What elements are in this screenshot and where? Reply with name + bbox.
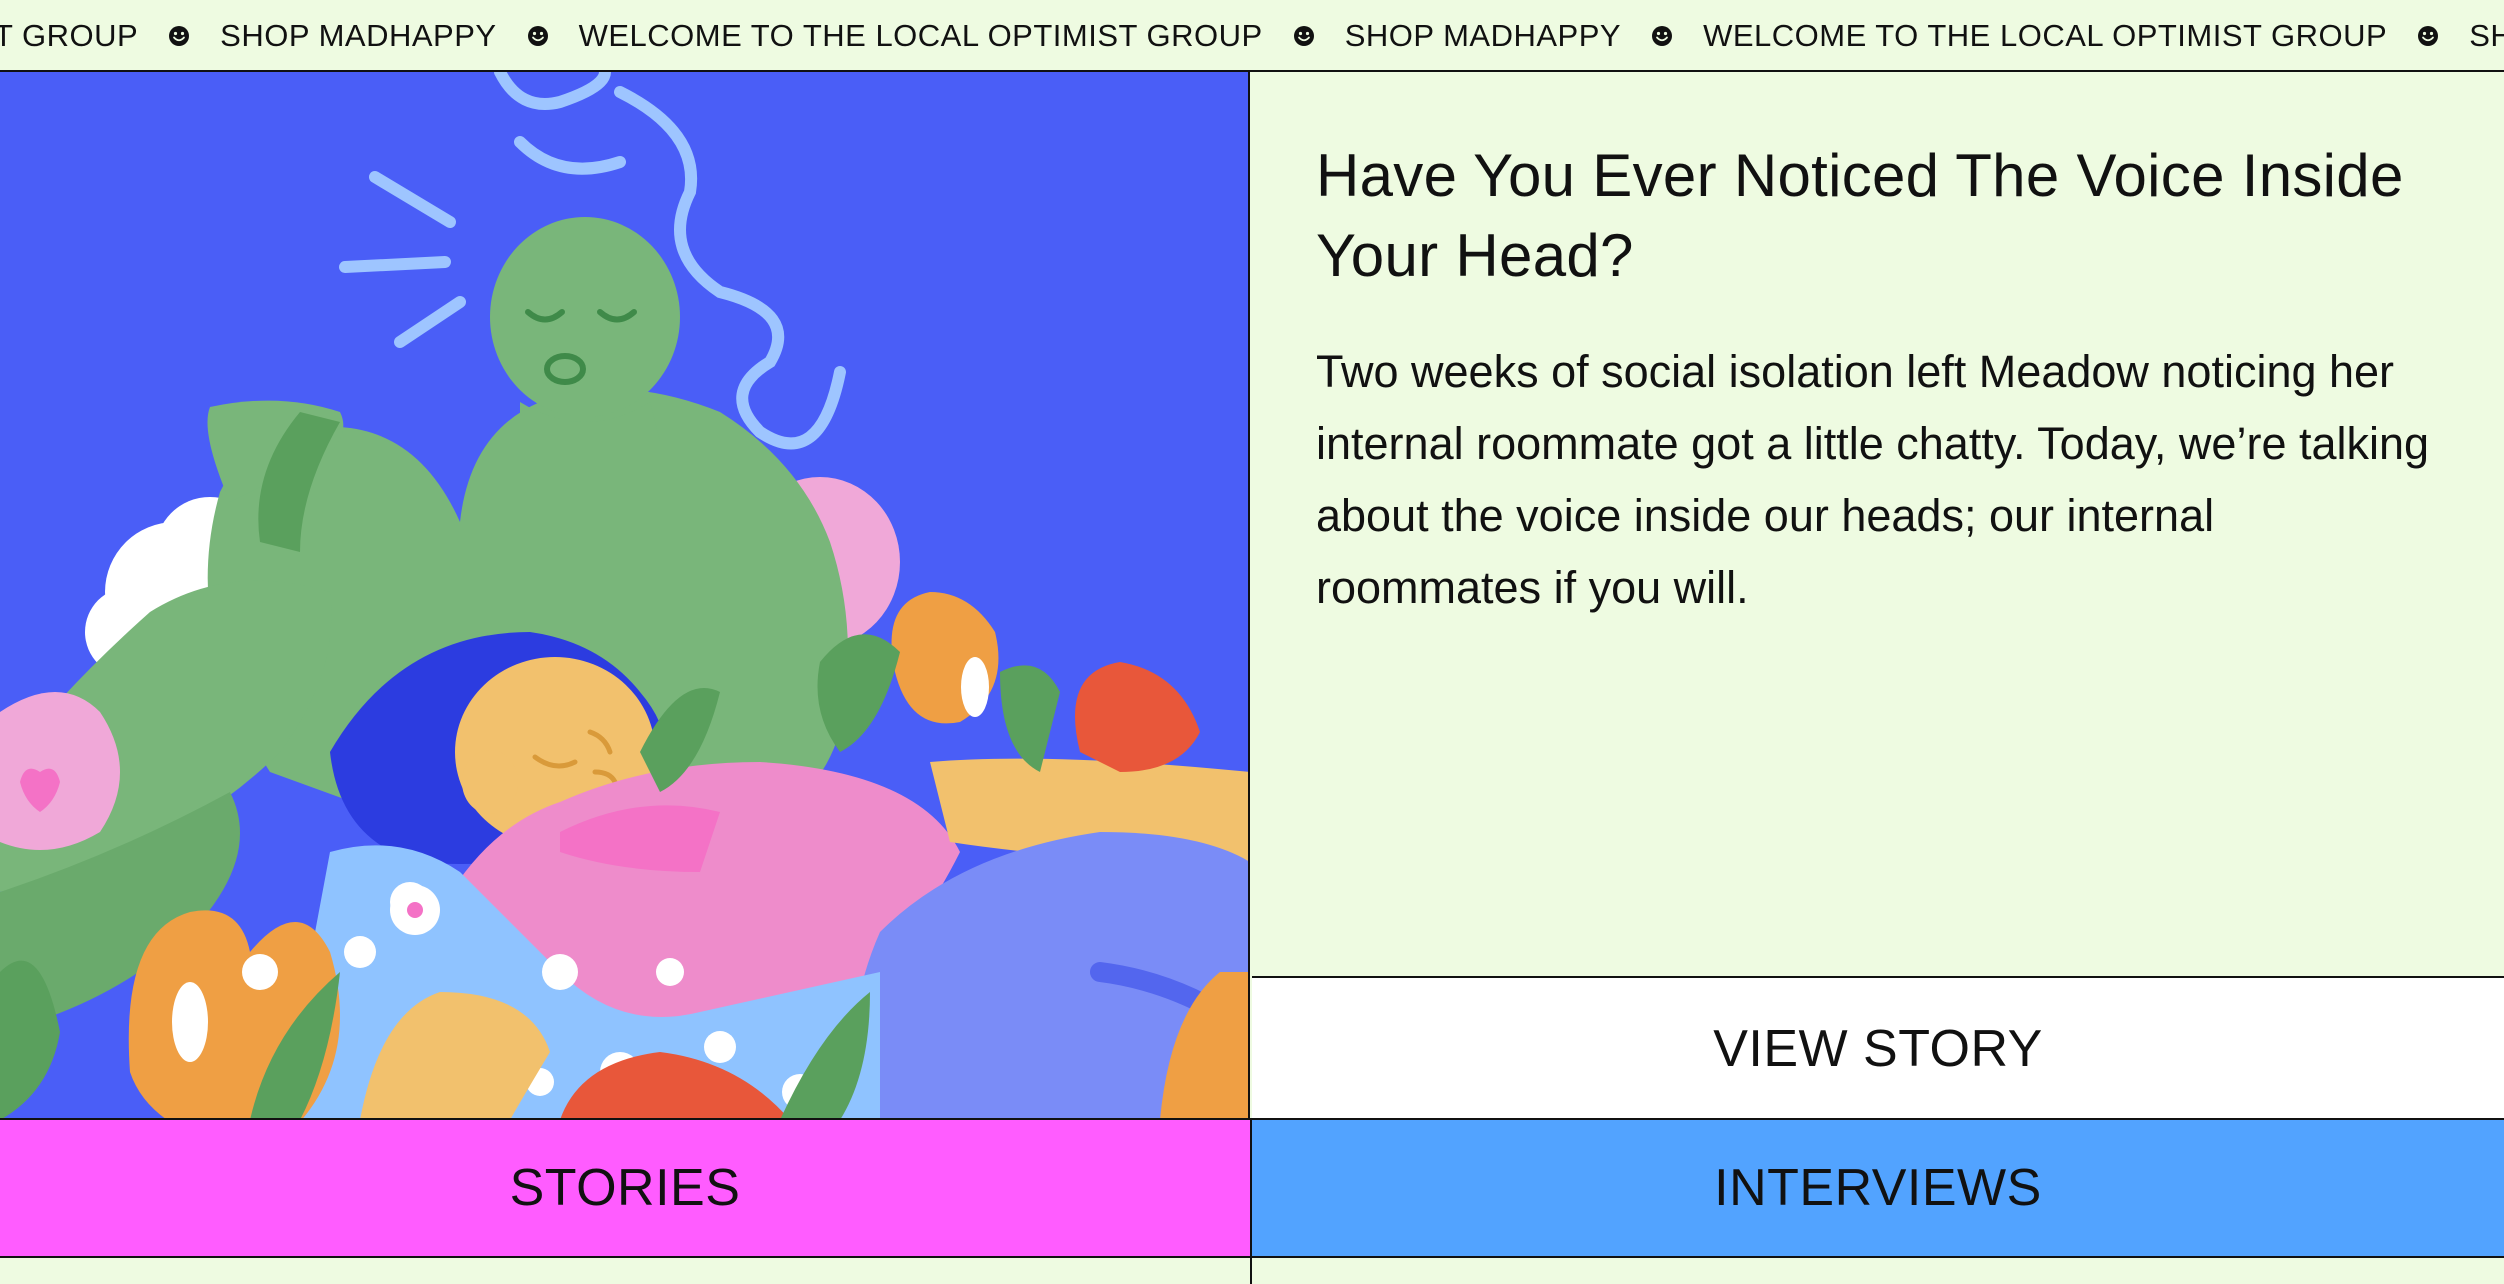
bottom-strip: [0, 1258, 2504, 1284]
hero-illustration[interactable]: [0, 72, 1250, 1120]
article-panel: Have You Ever Noticed The Voice Inside Y…: [1252, 72, 2504, 978]
marquee-track: T GROUP SHOP MADHAPPY WELCOME TO THE LOC…: [0, 0, 2504, 70]
interviews-category-button[interactable]: INTERVIEWS: [1252, 1120, 2504, 1256]
marquee-item[interactable]: SHOP MA: [2469, 18, 2504, 54]
smiley-face-icon: [1652, 26, 1673, 46]
marquee-item[interactable]: WELCOME TO THE LOCAL OPTIMIST GROUP: [579, 18, 1263, 54]
stories-category-button[interactable]: STORIES: [0, 1120, 1252, 1256]
smiley-face-icon: [2418, 26, 2439, 46]
view-story-button[interactable]: VIEW STORY: [1252, 976, 2504, 1120]
marquee-item[interactable]: SHOP MADHAPPY: [1345, 18, 1621, 54]
illustration-canvas: [0, 72, 1248, 1120]
marquee-item[interactable]: T GROUP: [0, 18, 138, 54]
marquee-item[interactable]: SHOP MADHAPPY: [220, 18, 496, 54]
smiley-face-icon: [169, 26, 190, 46]
article-body: Two weeks of social isolation left Meado…: [1316, 346, 2430, 613]
announcement-marquee[interactable]: T GROUP SHOP MADHAPPY WELCOME TO THE LOC…: [0, 0, 2504, 72]
smiley-face-icon: [1293, 26, 1314, 46]
marquee-item[interactable]: WELCOME TO THE LOCAL OPTIMIST GROUP: [1703, 18, 2387, 54]
column-divider: [1250, 1258, 1252, 1284]
category-bar: STORIES INTERVIEWS: [0, 1118, 2504, 1258]
article-title[interactable]: Have You Ever Noticed The Voice Inside Y…: [1316, 136, 2438, 296]
smiley-face-icon: [527, 26, 548, 46]
